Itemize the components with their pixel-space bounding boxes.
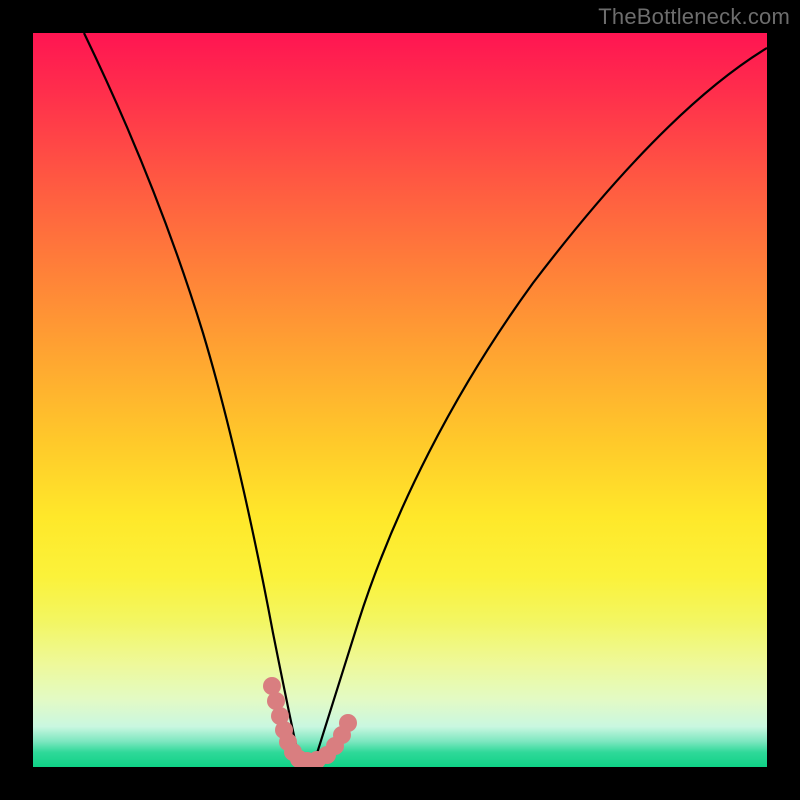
bottleneck-curve: [84, 33, 767, 766]
curve-layer: [33, 33, 767, 767]
chart-frame: TheBottleneck.com: [0, 0, 800, 800]
pink-overlay: [263, 677, 357, 767]
watermark-text: TheBottleneck.com: [598, 4, 790, 30]
plot-area: [33, 33, 767, 767]
